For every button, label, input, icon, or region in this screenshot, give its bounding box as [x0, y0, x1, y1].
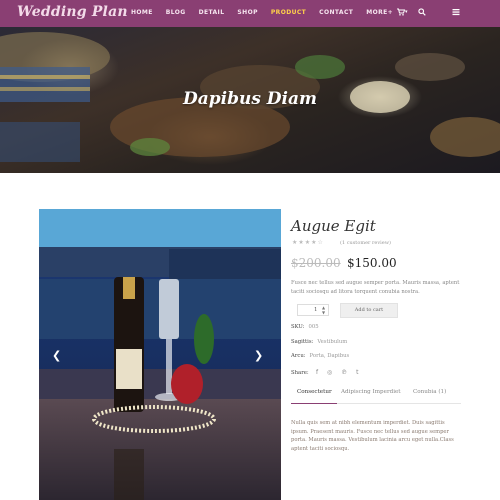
gallery-next-arrow[interactable]: ❯: [254, 349, 263, 362]
quantity-decrease-icon[interactable]: ▼: [322, 310, 325, 315]
pinterest-icon[interactable]: ℗: [341, 369, 347, 376]
menu-item-home[interactable]: HOME: [131, 9, 153, 16]
tab-content: Nulla quis sem at nibh elementum imperdi…: [291, 420, 454, 452]
sku-row: SKU: 005: [291, 324, 319, 330]
short-description: Fusce nec tellus sed augue semper porta.…: [291, 280, 460, 295]
menu-item-more[interactable]: MORE+: [366, 9, 393, 16]
active-tab-indicator: [291, 403, 337, 404]
tab-adipiscing-imperdiet[interactable]: Adipiscing Imperdiet: [341, 389, 401, 395]
sagittis-row: Sagittis: Vestibulum: [291, 339, 347, 345]
product-tabs: Consectetur Adipiscing Imperdiet Conubia…: [291, 387, 461, 404]
cart-dropdown-icon[interactable]: ▾: [405, 9, 408, 15]
review-count-link[interactable]: (1 customer review): [340, 240, 391, 246]
instagram-icon[interactable]: ◎: [327, 369, 332, 376]
page-title: Dapibus Diam: [182, 89, 318, 109]
menu-item-blog[interactable]: BLOG: [166, 9, 186, 16]
facebook-icon[interactable]: f: [316, 369, 318, 376]
add-to-cart-button[interactable]: Add to cart: [340, 303, 398, 318]
menu-item-product[interactable]: PRODUCT: [271, 9, 306, 16]
product-image-gallery[interactable]: [39, 209, 281, 500]
menu-item-detail[interactable]: DETAIL: [199, 9, 225, 16]
arcu-value[interactable]: Porta, Dapibus: [310, 353, 350, 359]
page-banner: Dapibus Diam: [0, 27, 500, 173]
sagittis-value[interactable]: Vestibulum: [317, 339, 347, 345]
product-image: [39, 209, 281, 500]
menu-icon[interactable]: [452, 8, 460, 18]
sku-label: SKU:: [291, 324, 305, 330]
arcu-row: Arcu: Porta, Dapibus: [291, 353, 349, 359]
top-navbar: Wedding Plan HOME BLOG DETAIL SHOP PRODU…: [0, 0, 500, 27]
rating-stars-icon: ★★★★☆: [292, 239, 324, 246]
menu-item-contact[interactable]: CONTACT: [319, 9, 353, 16]
original-price: $200.00: [291, 256, 341, 270]
tumblr-icon[interactable]: t: [356, 369, 358, 376]
arcu-label: Arcu:: [291, 353, 306, 359]
share-icons: f ◎ ℗ t: [316, 369, 366, 376]
tab-consectetur[interactable]: Consectetur: [297, 389, 332, 395]
tab-conubia[interactable]: Conubia (1): [413, 389, 446, 395]
sagittis-label: Sagittis:: [291, 339, 314, 345]
share-label: Share:: [291, 370, 309, 376]
sku-value: 005: [308, 324, 319, 330]
menu-item-shop[interactable]: SHOP: [237, 9, 257, 16]
gallery-prev-arrow[interactable]: ❮: [52, 349, 61, 362]
main-menu: HOME BLOG DETAIL SHOP PRODUCT CONTACT MO…: [131, 9, 406, 16]
search-icon[interactable]: [418, 8, 426, 18]
sale-price: $150.00: [347, 256, 397, 270]
product-name: Augue Egit: [291, 217, 376, 235]
site-logo[interactable]: Wedding Plan: [17, 4, 128, 20]
